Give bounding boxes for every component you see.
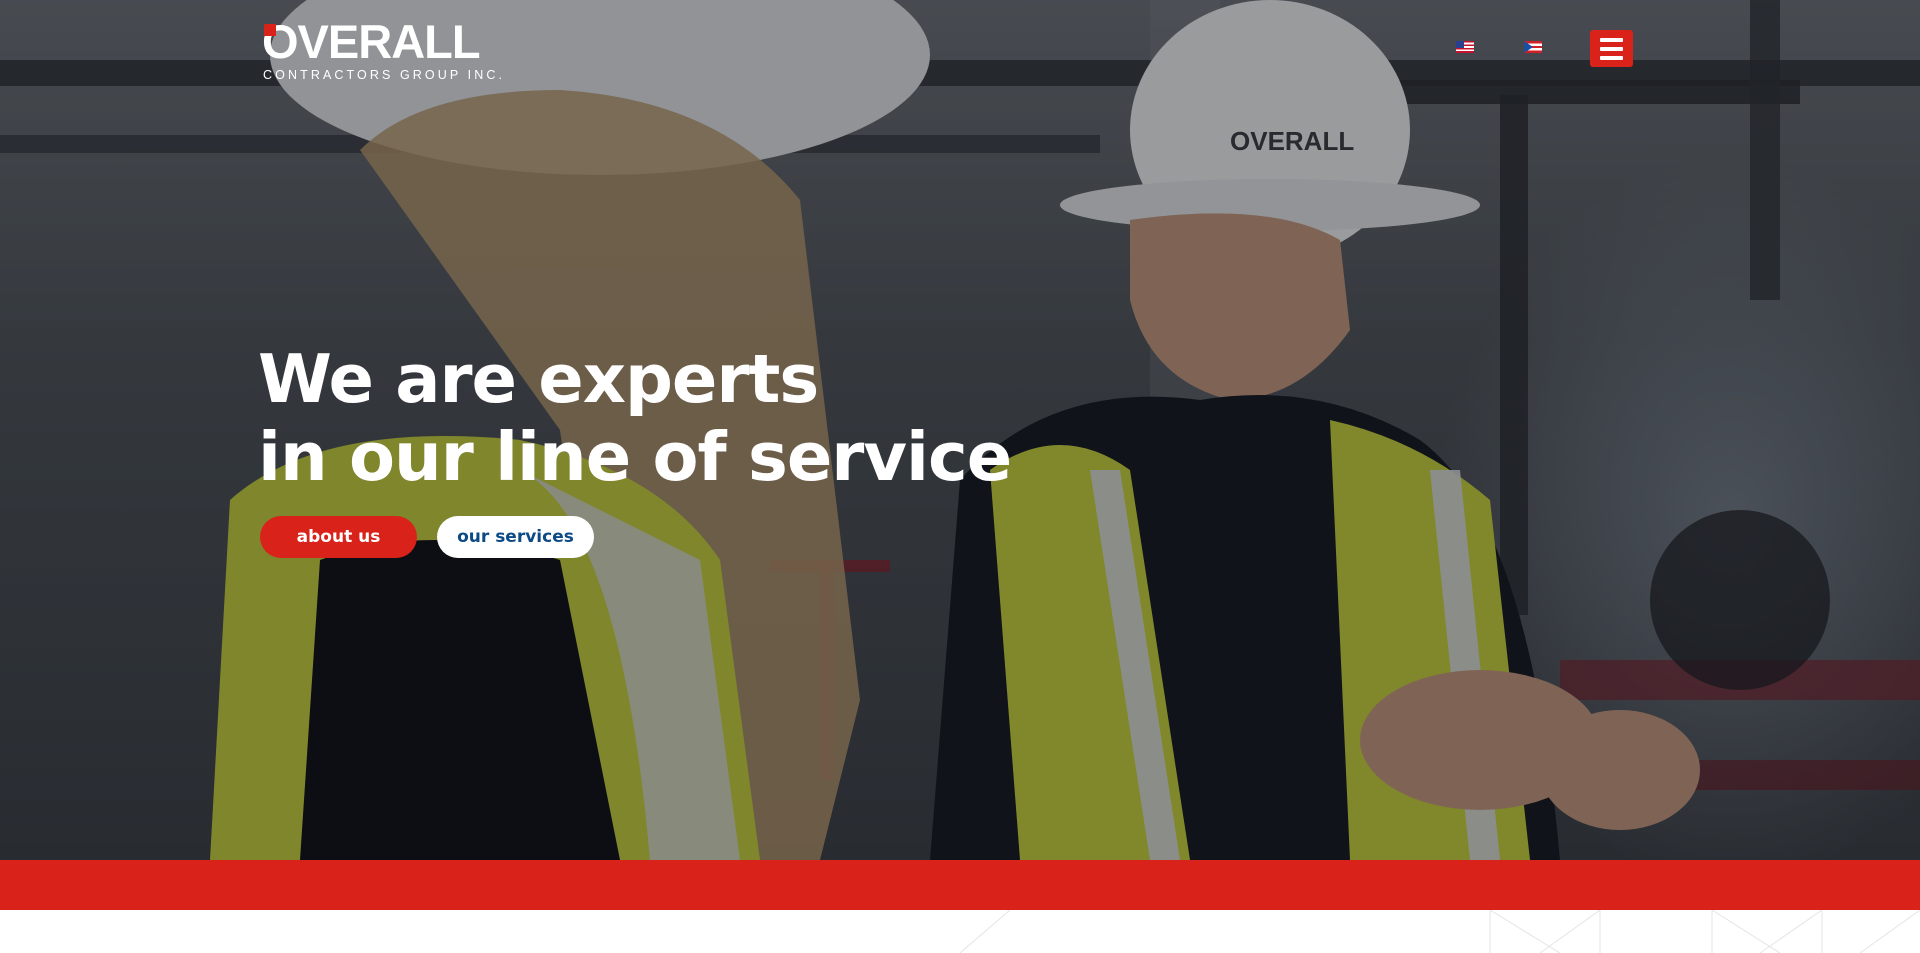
hamburger-menu-button[interactable] — [1590, 30, 1633, 67]
geometric-pattern-decoration — [959, 910, 1920, 953]
hamburger-menu-icon-bar — [1600, 46, 1623, 51]
puerto-rico-flag-icon[interactable] — [1524, 41, 1542, 53]
our-services-button[interactable]: our services — [437, 516, 594, 558]
about-us-button[interactable]: about us — [260, 516, 417, 558]
hero-section: OVERALL OVERALL CONTRACTORS GROUP INC. W… — [0, 0, 1920, 860]
company-logo[interactable]: OVERALL CONTRACTORS GROUP INC. — [262, 15, 506, 86]
hero-headline-line-2: in our line of service — [258, 418, 1012, 496]
logo-tagline: CONTRACTORS GROUP INC. — [263, 68, 506, 82]
site-header: OVERALL CONTRACTORS GROUP INC. — [0, 0, 1920, 100]
red-accent-band — [0, 860, 1920, 910]
us-flag-icon[interactable] — [1456, 41, 1474, 53]
hamburger-menu-icon-bar — [1600, 55, 1623, 60]
logo-wordmark: OVERALL — [262, 15, 481, 68]
hero-headline: We are experts in our line of service — [258, 340, 1012, 496]
hamburger-menu-icon-bar — [1600, 37, 1623, 42]
hero-headline-line-1: We are experts — [258, 340, 819, 418]
logo-accent-mark — [264, 24, 276, 36]
next-section-top — [0, 910, 1920, 953]
